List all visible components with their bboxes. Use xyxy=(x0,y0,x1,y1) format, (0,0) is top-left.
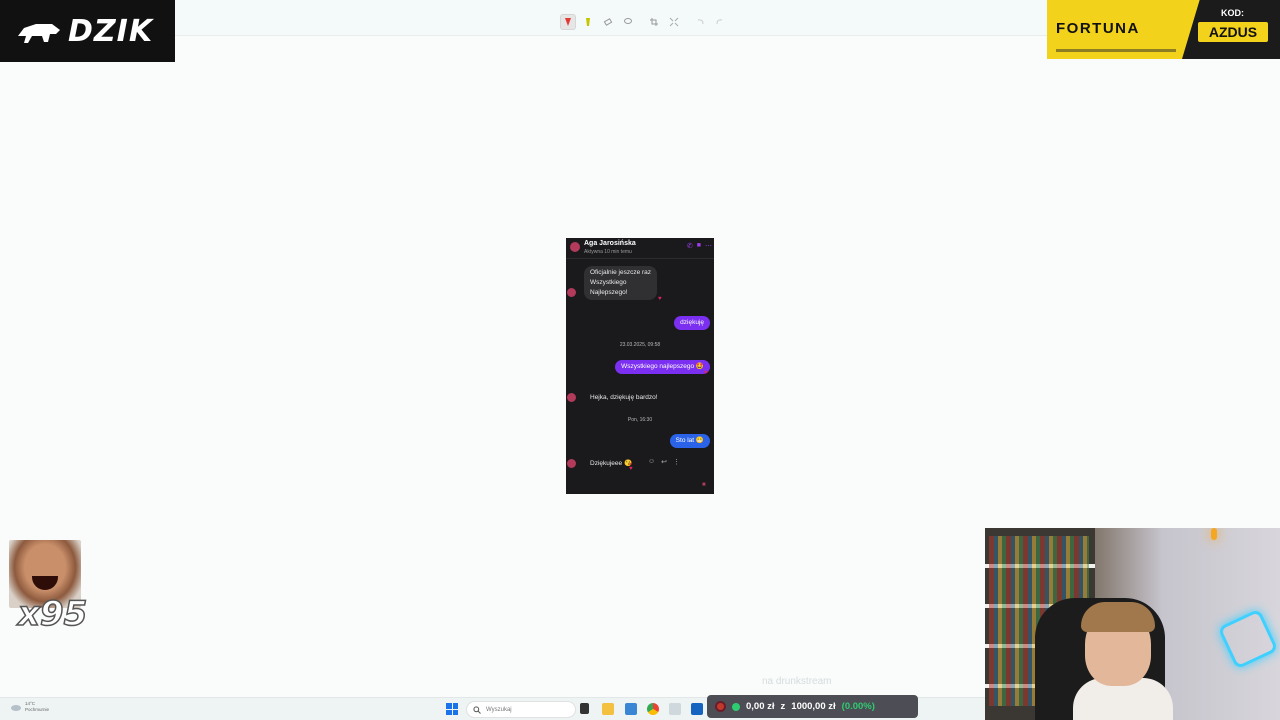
sponsor-code-label: KOD: xyxy=(1221,8,1244,18)
app-icon[interactable] xyxy=(691,703,703,715)
faint-caption: na drunkstream xyxy=(762,676,832,687)
chat-timestamp: 23.03.2025, 09:58 xyxy=(619,342,661,348)
balance-separator: z xyxy=(780,701,786,712)
taskbar-search[interactable]: Wyszukaj xyxy=(466,701,576,718)
balance-current: 0,00 zł xyxy=(746,701,775,712)
chat-message-outgoing: Sto lat 😁 xyxy=(669,434,710,448)
status-dot-icon xyxy=(732,702,740,711)
message-line: Oficjalnie jeszcze raz xyxy=(590,269,652,276)
balance-widget: 0,00 zł z 1000,00 zł (0.00%) xyxy=(707,695,918,718)
eraser-icon[interactable] xyxy=(600,14,616,30)
message-text: Sto lat 😁 xyxy=(675,437,704,444)
sender-avatar xyxy=(567,459,576,468)
message-line: Najlepszego! xyxy=(590,289,628,296)
message-line: Wszystkiego xyxy=(590,279,627,286)
chip-icon xyxy=(715,701,726,712)
boar-icon xyxy=(18,24,60,43)
contact-name: Aga Jarosińska xyxy=(584,240,636,247)
message-text: Dziękujeee 😘 xyxy=(590,460,633,467)
weather-desc: Pochmurnie xyxy=(25,707,50,712)
task-view-icon[interactable] xyxy=(580,703,589,714)
highlighter-icon[interactable] xyxy=(560,14,576,30)
sender-avatar xyxy=(567,393,576,402)
sender-avatar xyxy=(567,288,576,297)
sponsor-banner: FORTUNA KOD: AZDUS xyxy=(1047,0,1280,59)
message-text: Hejka, dziękuję bardzo! xyxy=(590,394,658,401)
phone-icon: ✆ xyxy=(686,243,693,250)
message-text: Wszystkiego najlepszego 🤩 xyxy=(621,363,704,370)
search-placeholder: Wyszukaj xyxy=(486,706,512,713)
more-options-icon[interactable]: ⋮ xyxy=(673,458,680,466)
streamer-hair xyxy=(1081,602,1155,632)
crop-icon[interactable] xyxy=(646,14,662,30)
lasso-icon[interactable] xyxy=(620,14,636,30)
marker-icon[interactable] xyxy=(580,14,596,30)
balance-percent: (0.00%) xyxy=(841,701,875,712)
heart-reaction-icon: ■ xyxy=(702,482,706,488)
reply-icon[interactable]: ↩ xyxy=(661,458,667,466)
stream-logo: DZIK xyxy=(0,0,175,62)
heart-reaction-icon: ♥ xyxy=(704,370,708,376)
chat-timestamp: Pon, 16:30 xyxy=(627,417,653,423)
drawing-tools xyxy=(560,14,728,32)
sponsor-name: FORTUNA xyxy=(1056,20,1140,37)
chat-header-actions: ✆ ■ ⋯ xyxy=(687,242,712,250)
file-explorer-icon[interactable] xyxy=(602,703,614,715)
header-divider xyxy=(566,258,714,259)
sponsor-code: AZDUS xyxy=(1198,22,1268,42)
chrome-icon[interactable] xyxy=(647,703,659,715)
more-icon: ⋯ xyxy=(705,243,712,250)
emote-count: x95 xyxy=(17,593,88,635)
cloud-icon xyxy=(11,705,21,711)
emote-counter: x95 xyxy=(8,540,88,635)
streamer-webcam xyxy=(985,528,1280,720)
app-icon[interactable] xyxy=(669,703,681,715)
chat-message-outgoing: Wszystkiego najlepszego 🤩 xyxy=(615,360,710,374)
heart-reaction-icon: ♥ xyxy=(658,296,662,302)
chat-screenshot: Aga Jarosińska Aktywna 10 min temu ✆ ■ ⋯… xyxy=(566,238,714,494)
lamp xyxy=(1211,528,1217,540)
sponsor-fineprint xyxy=(1056,49,1176,52)
message-text: dziękuję xyxy=(680,319,704,326)
neon-sign xyxy=(1217,608,1279,670)
chat-message-incoming: Hejka, dziękuję bardzo! xyxy=(584,391,664,405)
app-icon[interactable] xyxy=(625,703,637,715)
video-icon: ■ xyxy=(696,242,701,249)
message-actions: ☺ ↩ ⋮ xyxy=(648,458,680,466)
contact-status: Aktywna 10 min temu xyxy=(584,249,632,255)
chat-message-outgoing: dziękuję xyxy=(674,316,710,330)
emoji-react-icon[interactable]: ☺ xyxy=(648,458,655,466)
undo-icon[interactable] xyxy=(692,14,708,30)
search-icon xyxy=(473,705,481,714)
weather-widget[interactable]: 14°C Pochmurnie xyxy=(10,701,49,713)
contact-avatar xyxy=(570,242,580,252)
heart-reaction-icon: ♥ xyxy=(629,466,633,472)
chat-message-incoming: Oficjalnie jeszcze raz Wszystkiego Najle… xyxy=(584,266,658,300)
logo-text: DZIK xyxy=(68,13,154,49)
windows-start-icon[interactable] xyxy=(446,703,458,715)
balance-total: 1000,00 zł xyxy=(791,701,836,712)
chat-header: Aga Jarosińska Aktywna 10 min temu ✆ ■ ⋯ xyxy=(566,238,714,258)
shrink-icon[interactable] xyxy=(666,14,682,30)
redo-icon[interactable] xyxy=(712,14,728,30)
